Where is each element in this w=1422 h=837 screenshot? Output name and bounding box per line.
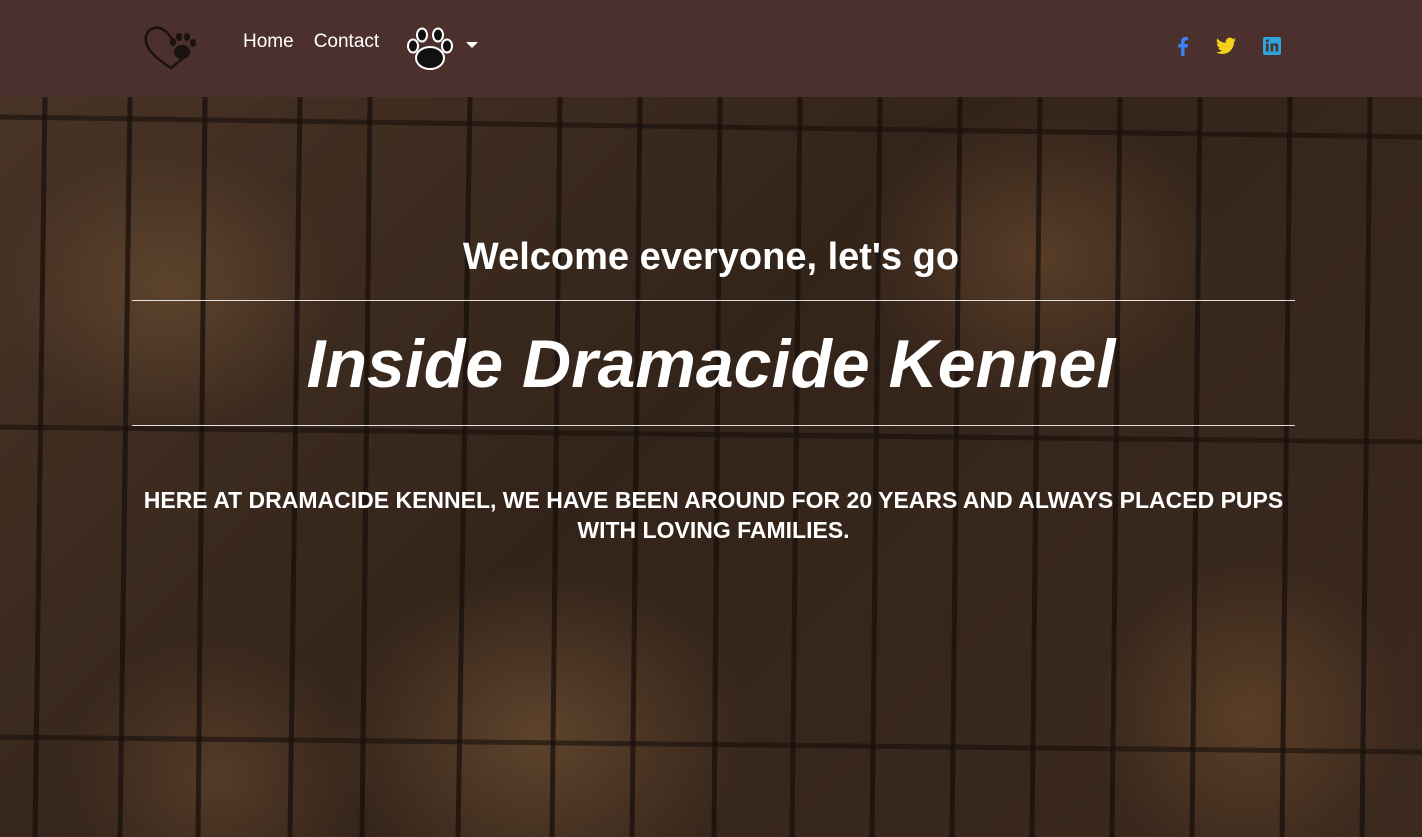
welcome-heading: Welcome everyone, let's go	[462, 236, 960, 278]
kennel-tagline: HERE AT DRAMACIDE KENNEL, WE HAVE BEEN A…	[143, 487, 1284, 543]
paw-icon	[407, 27, 453, 70]
nav-home-link[interactable]: Home	[243, 29, 294, 55]
nav-links: Home Contact	[243, 29, 399, 55]
chevron-down-icon	[466, 42, 478, 48]
hero-overlay	[0, 97, 1422, 837]
hero-section: Welcome everyone, let's go Inside Dramac…	[0, 97, 1422, 837]
paw-dropdown-toggle[interactable]	[405, 26, 485, 72]
linkedin-icon[interactable]	[1261, 35, 1283, 57]
nav-contact-link[interactable]: Contact	[314, 29, 379, 55]
navbar: Home Contact	[0, 0, 1422, 97]
twitter-icon[interactable]	[1215, 35, 1237, 57]
top-divider	[132, 300, 1295, 301]
kennel-title: Inside Dramacide Kennel	[306, 326, 1116, 402]
heart-paw-logo[interactable]	[142, 22, 202, 74]
facebook-icon[interactable]	[1172, 35, 1194, 57]
bottom-divider	[132, 425, 1295, 426]
